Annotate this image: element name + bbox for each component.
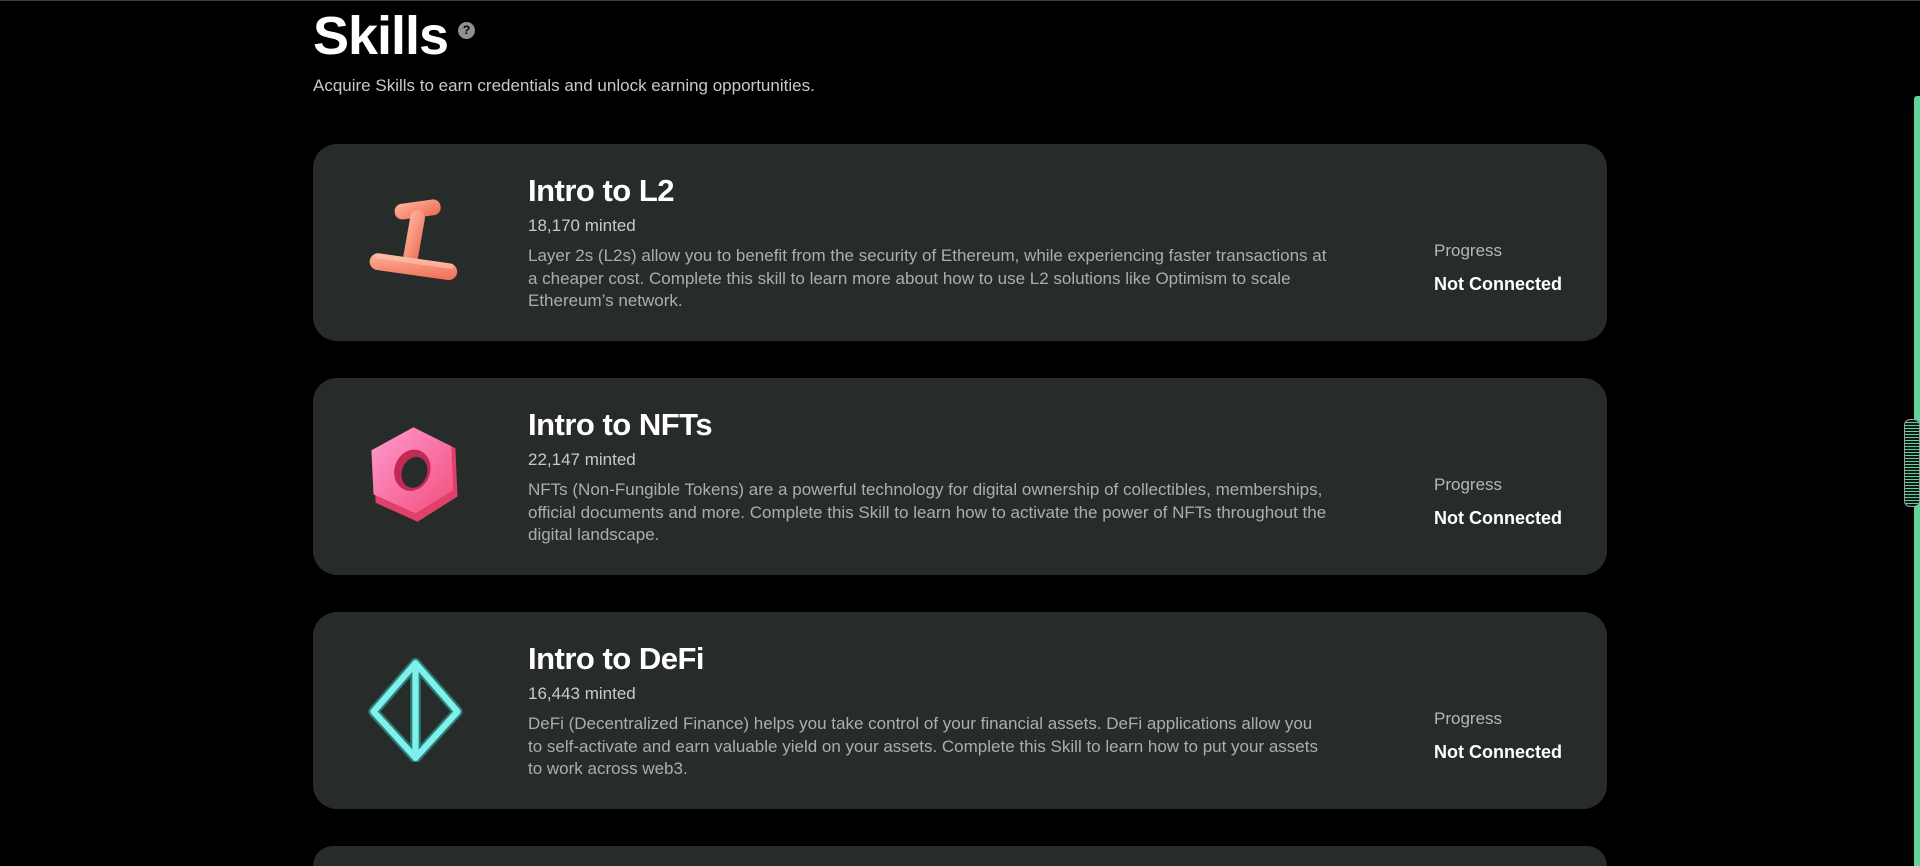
minted-count: 22,147 minted	[528, 450, 636, 469]
skill-card-intro-to-l2[interactable]: Intro to L2 18,170 minted Layer 2s (L2s)…	[313, 144, 1607, 341]
skill-card-next[interactable]	[313, 846, 1607, 866]
page-header: Skills ? Acquire Skills to earn credenti…	[313, 0, 1607, 144]
l2-token-icon	[369, 199, 458, 281]
page-subtitle: Acquire Skills to earn credentials and u…	[313, 76, 815, 95]
minted-count: 18,170 minted	[528, 216, 636, 235]
minted-count: 16,443 minted	[528, 684, 636, 703]
progress-block: Progress Not Connected	[1434, 240, 1562, 295]
card-body: Intro to NFTs 22,147 minted NFTs (Non-Fu…	[528, 406, 1328, 547]
skill-card-intro-to-defi[interactable]: Intro to DeFi 16,443 minted DeFi (Decent…	[313, 612, 1607, 809]
card-body: Intro to DeFi 16,443 minted DeFi (Decent…	[528, 640, 1328, 781]
skill-title: Intro to DeFi	[528, 641, 705, 676]
progress-status: Not Connected	[1434, 742, 1562, 762]
progress-status: Not Connected	[1434, 274, 1562, 294]
progress-label: Progress	[1434, 241, 1503, 260]
skill-title: Intro to L2	[528, 173, 675, 208]
skill-title: Intro to NFTs	[528, 407, 713, 442]
skill-card-intro-to-nfts[interactable]: Intro to NFTs 22,147 minted NFTs (Non-Fu…	[313, 378, 1607, 575]
page-title: Skills	[313, 6, 449, 66]
hex-nut-icon	[371, 427, 458, 522]
progress-status: Not Connected	[1434, 508, 1562, 528]
progress-label: Progress	[1434, 709, 1503, 728]
skill-description: Layer 2s (L2s) allow you to benefit from…	[528, 246, 1327, 310]
scrollbar-handle[interactable]	[1904, 419, 1920, 507]
progress-label: Progress	[1434, 475, 1503, 494]
title-row: Skills ?	[313, 6, 476, 66]
skill-description: DeFi (Decentralized Finance) helps you t…	[528, 714, 1318, 778]
progress-block: Progress Not Connected	[1434, 708, 1562, 763]
card-body: Intro to L2 18,170 minted Layer 2s (L2s)…	[528, 172, 1328, 313]
question-circle-icon[interactable]: ?	[458, 22, 476, 39]
skill-description: NFTs (Non-Fungible Tokens) are a powerfu…	[528, 480, 1327, 544]
octahedron-icon	[368, 658, 463, 762]
progress-block: Progress Not Connected	[1434, 474, 1562, 529]
skills-page: Skills ? Acquire Skills to earn credenti…	[313, 0, 1607, 866]
